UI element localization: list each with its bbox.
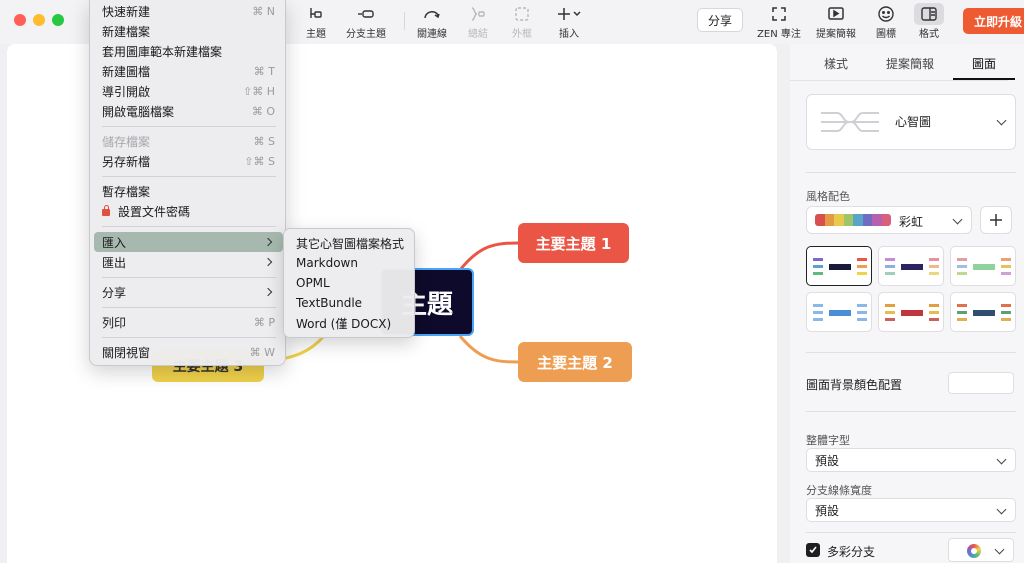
branch-width-label: 分支線條寬度 bbox=[806, 484, 872, 497]
add-color-theme-button[interactable] bbox=[980, 206, 1012, 234]
chevron-down-icon bbox=[996, 115, 1007, 126]
chevron-down-icon bbox=[952, 214, 963, 225]
tab-pitch[interactable]: 提案簡報 bbox=[886, 55, 934, 72]
menu-item-share[interactable]: 分享 bbox=[94, 282, 283, 302]
menu-item-print[interactable]: 列印 ⌘ P bbox=[94, 312, 283, 332]
tab-divider bbox=[790, 80, 1008, 81]
bg-color-label: 圖面背景顏色配置 bbox=[806, 378, 903, 392]
menu-item-save[interactable]: 儲存檔案 ⌘ S bbox=[94, 131, 283, 151]
divider bbox=[806, 411, 1016, 412]
menu-item-guided-open[interactable]: 導引開啟 ⇧⌘ H bbox=[94, 81, 283, 101]
chevron-right-icon bbox=[263, 257, 273, 267]
theme-thumbnail[interactable] bbox=[878, 292, 944, 332]
format-sidebar: 樣式 提案簡報 圖面 心智圖 風格配色 彩虹 圖面背景顏色配置 整體字型 預設 … bbox=[790, 44, 1024, 563]
menu-item-temp-save[interactable]: 暫存檔案 bbox=[94, 181, 283, 201]
submenu-item-textbundle[interactable]: TextBundle bbox=[296, 293, 362, 313]
bg-color-swatch[interactable] bbox=[948, 372, 1014, 394]
font-label: 整體字型 bbox=[806, 434, 850, 447]
import-submenu: 其它心智圖檔案格式 Markdown OPML TextBundle Word … bbox=[283, 228, 415, 338]
tab-style[interactable]: 樣式 bbox=[824, 55, 848, 72]
rainbow-branch-checkbox[interactable] bbox=[806, 543, 820, 557]
rainbow-swatch bbox=[815, 214, 891, 226]
lock-icon bbox=[102, 204, 110, 216]
submenu-item-opml[interactable]: OPML bbox=[296, 273, 330, 293]
theme-thumbnail[interactable] bbox=[878, 246, 944, 286]
chevron-down-icon bbox=[996, 504, 1007, 515]
color-theme-label: 風格配色 bbox=[806, 190, 850, 203]
file-menu: 快速新建 ⌘ N 新建檔案 套用圖庫範本新建檔案 新建圖檔 ⌘ T 導引開啟 ⇧⌘ H… bbox=[89, 0, 286, 366]
structure-selector[interactable]: 心智圖 bbox=[806, 94, 1016, 150]
chevron-down-icon bbox=[996, 454, 1007, 465]
divider bbox=[806, 352, 1016, 353]
divider bbox=[806, 532, 1016, 533]
checkmark-icon bbox=[809, 546, 817, 554]
chevron-right-icon bbox=[263, 287, 273, 297]
theme-thumbnail[interactable] bbox=[806, 246, 872, 286]
menu-item-quick-new[interactable]: 快速新建 ⌘ N bbox=[94, 1, 283, 21]
branch-width-select[interactable]: 預設 bbox=[806, 498, 1016, 522]
mindmap-structure-icon bbox=[821, 112, 879, 132]
branch-width-value: 預設 bbox=[815, 503, 840, 518]
theme-thumbnail[interactable] bbox=[950, 246, 1016, 286]
menu-item-save-as[interactable]: 另存新檔 ⇧⌘ S bbox=[94, 151, 283, 171]
chevron-down-icon bbox=[994, 544, 1005, 555]
menu-item-set-password[interactable]: 設置文件密碼 bbox=[94, 201, 283, 221]
rainbow-color-picker[interactable] bbox=[948, 538, 1014, 562]
menu-item-new-sheet[interactable]: 新建圖檔 ⌘ T bbox=[94, 61, 283, 81]
color-theme-value: 彩虹 bbox=[899, 215, 924, 229]
submenu-item-other-format[interactable]: 其它心智圖檔案格式 bbox=[296, 233, 404, 253]
menu-separator bbox=[102, 307, 276, 308]
font-select[interactable]: 預設 bbox=[806, 448, 1016, 472]
color-theme-select[interactable]: 彩虹 bbox=[806, 206, 972, 234]
chevron-right-icon bbox=[263, 237, 273, 247]
menu-separator bbox=[102, 277, 276, 278]
main-topic-1[interactable]: 主要主題 1 bbox=[518, 223, 629, 263]
menu-item-new-file[interactable]: 新建檔案 bbox=[94, 21, 283, 41]
menu-item-import[interactable]: 匯入 bbox=[94, 232, 283, 252]
plus-icon bbox=[990, 214, 1002, 226]
theme-thumbnail[interactable] bbox=[950, 292, 1016, 332]
menu-separator bbox=[102, 337, 276, 338]
menu-separator bbox=[102, 126, 276, 127]
theme-thumbnail[interactable] bbox=[806, 292, 872, 332]
menu-item-open-local[interactable]: 開啟電腦檔案 ⌘ O bbox=[94, 101, 283, 121]
rainbow-branch-label: 多彩分支 bbox=[827, 545, 876, 559]
submenu-item-markdown[interactable]: Markdown bbox=[296, 253, 358, 273]
structure-label: 心智圖 bbox=[895, 115, 932, 129]
font-value: 預設 bbox=[815, 453, 840, 468]
menu-item-new-from-template[interactable]: 套用圖庫範本新建檔案 bbox=[94, 41, 283, 61]
menu-item-close-window[interactable]: 關閉視窗 ⌘ W bbox=[94, 342, 283, 362]
divider bbox=[806, 172, 1016, 173]
menu-separator bbox=[102, 226, 276, 227]
main-topic-2[interactable]: 主要主題 2 bbox=[518, 342, 632, 382]
tab-map[interactable]: 圖面 bbox=[972, 55, 996, 72]
sidebar-tabs: 樣式 提案簡報 圖面 bbox=[790, 44, 1024, 80]
menu-item-export[interactable]: 匯出 bbox=[94, 252, 283, 272]
submenu-item-word[interactable]: Word (僅 DOCX) bbox=[296, 313, 391, 333]
menu-separator bbox=[102, 176, 276, 177]
